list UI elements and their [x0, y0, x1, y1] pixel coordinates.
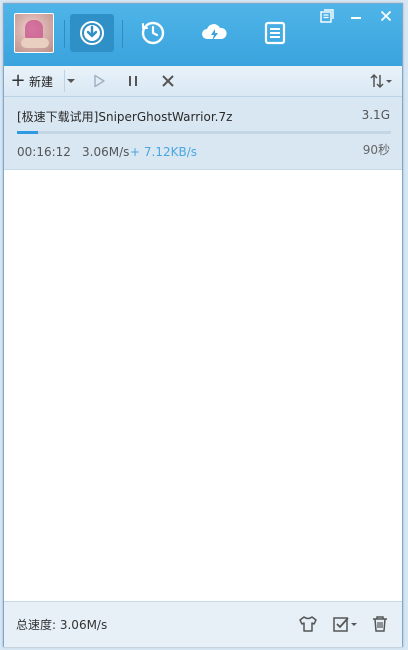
download-task-row[interactable]: [极速下载试用]SniperGhostWarrior.7z 3.1G 00:16…	[4, 97, 402, 170]
task-size: 3.1G	[361, 108, 390, 122]
download-icon	[80, 21, 104, 45]
sort-button[interactable]	[370, 72, 394, 90]
start-button[interactable]	[90, 72, 108, 90]
status-bar: 总速度: 3.06M/s	[4, 601, 402, 647]
toolbar: + 新建	[4, 66, 402, 97]
tab-downloading[interactable]	[70, 14, 114, 52]
skin-shop-button[interactable]	[298, 614, 318, 634]
minimize-icon	[351, 17, 361, 19]
sort-icon	[370, 73, 392, 89]
delete-icon	[162, 75, 174, 87]
skin-icon	[320, 9, 334, 23]
divider	[122, 20, 123, 48]
task-elapsed-time: 00:16:12	[17, 145, 71, 159]
task-remaining-time: 90秒	[362, 143, 390, 157]
play-icon	[94, 74, 105, 88]
task-accel-speed: + 7.12KB/s	[130, 145, 197, 159]
task-name: [极速下载试用]SniperGhostWarrior.7z	[17, 110, 233, 124]
pause-icon	[129, 76, 137, 86]
chevron-down-icon	[67, 79, 75, 83]
task-speed: 3.06M/s	[82, 145, 130, 159]
close-icon	[380, 10, 392, 22]
tab-cloud[interactable]	[192, 14, 236, 52]
trash-button[interactable]	[371, 614, 389, 634]
batch-select-button[interactable]	[332, 614, 360, 634]
minimize-button[interactable]	[345, 8, 367, 24]
total-speed: 总速度: 3.06M/s	[16, 618, 108, 632]
header-bar	[4, 4, 402, 66]
history-icon	[141, 21, 165, 45]
app-window: + 新建 [极速下载试用]SniperGhostWarrior.7z 3.1G …	[3, 3, 403, 647]
close-button[interactable]	[375, 8, 397, 24]
list-icon	[264, 21, 286, 45]
new-task-dropdown[interactable]	[64, 70, 77, 92]
new-task-label: 新建	[29, 74, 54, 89]
plus-icon: +	[10, 70, 26, 91]
divider	[64, 20, 65, 48]
task-progress-fill	[17, 131, 38, 134]
trash-icon	[373, 616, 387, 632]
avatar[interactable]	[14, 13, 54, 53]
skin-button[interactable]	[316, 8, 338, 24]
task-progress-bar	[17, 131, 391, 134]
cloud-icon	[202, 24, 227, 41]
pause-button[interactable]	[124, 72, 142, 90]
delete-button[interactable]	[159, 72, 177, 90]
new-task-button[interactable]: + 新建	[10, 70, 77, 92]
tab-list[interactable]	[253, 14, 297, 52]
check-icon	[333, 617, 357, 632]
tab-history[interactable]	[131, 14, 175, 52]
shirt-icon	[299, 616, 317, 632]
